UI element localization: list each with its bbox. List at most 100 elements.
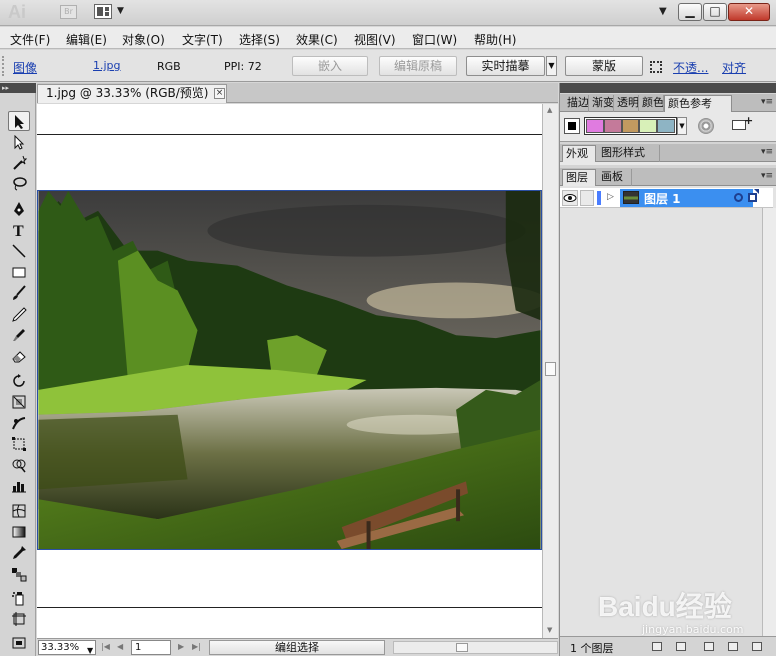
visibility-eye-icon[interactable] (562, 190, 578, 206)
line-segment-tool[interactable] (8, 241, 30, 261)
next-artboard-icon[interactable]: ▶ (178, 642, 184, 651)
type-tool[interactable]: T (8, 220, 30, 240)
tab-color[interactable]: 颜色 (639, 95, 664, 112)
zoom-dropdown-caret-icon[interactable]: ▼ (87, 644, 93, 656)
artboard-tool[interactable] (8, 609, 30, 629)
edit-original-button[interactable]: 编辑原稿 (379, 56, 457, 76)
warp-tool[interactable] (8, 413, 30, 433)
gradient-tool[interactable] (8, 522, 30, 542)
harmony-swatch-5[interactable] (657, 119, 675, 133)
expand-layer-icon[interactable]: ▷ (607, 192, 614, 202)
menu-view[interactable]: 视图(V) (354, 31, 396, 48)
pen-tool[interactable] (8, 199, 30, 219)
current-tool-status[interactable]: 编组选择 ▶ (209, 640, 552, 655)
edit-colors-icon[interactable] (698, 118, 714, 134)
menu-window[interactable]: 窗口(W) (412, 31, 457, 48)
bridge-icon[interactable]: Br (60, 5, 77, 19)
rectangle-tool[interactable] (8, 262, 30, 282)
live-trace-dropdown[interactable]: ▼ (546, 56, 557, 76)
menu-edit[interactable]: 编辑(E) (66, 31, 107, 48)
layers-scrollbar[interactable] (762, 208, 776, 636)
lock-toggle[interactable] (580, 190, 594, 206)
harmony-swatch-3[interactable] (621, 119, 640, 133)
first-artboard-icon[interactable]: |◀ (101, 642, 110, 651)
harmony-swatch-1[interactable] (586, 119, 604, 133)
vertical-scroll-thumb[interactable] (545, 362, 556, 376)
transform-icon[interactable] (650, 61, 662, 73)
scroll-up-icon[interactable]: ▲ (547, 106, 552, 114)
symbol-sprayer-tool[interactable] (8, 588, 30, 608)
canvas-horizontal-scrollbar[interactable] (393, 641, 558, 654)
menu-object[interactable]: 对象(O) (122, 31, 165, 48)
harmony-colors-strip[interactable] (584, 117, 677, 135)
appearance-panel-menu-icon[interactable]: ▾≡ (761, 147, 773, 157)
tab-appearance[interactable]: 外观 (562, 145, 596, 162)
opacity-link[interactable]: 不透... (673, 59, 708, 76)
previous-artboard-icon[interactable]: ◀ (117, 642, 123, 651)
harmony-swatch-4[interactable] (639, 119, 658, 133)
workspace-dropdown-caret-icon[interactable]: ▼ (659, 6, 667, 17)
tab-layers[interactable]: 图层 (562, 169, 596, 186)
layer-row[interactable]: ▷ 图层 1 (560, 188, 773, 208)
canvas-vertical-scrollbar[interactable]: ▲ ▼ (542, 104, 558, 638)
mesh-tool[interactable] (8, 501, 30, 521)
document-tab[interactable]: 1.jpg @ 33.33% (RGB/预览) × (37, 84, 227, 103)
layer-selection-square-icon[interactable] (748, 193, 757, 202)
color-guide-panel-menu-icon[interactable]: ▾≡ (761, 97, 773, 107)
live-trace-button[interactable]: 实时描摹 (466, 56, 545, 76)
control-bar-grip[interactable] (2, 56, 6, 76)
menu-file[interactable]: 文件(F) (10, 31, 50, 48)
horizontal-scroll-thumb[interactable] (456, 643, 468, 652)
panel-dock-collapse[interactable] (560, 83, 776, 93)
blend-tool[interactable] (8, 564, 30, 584)
close-button[interactable]: ✕ (728, 3, 770, 21)
selection-tool[interactable] (8, 111, 30, 131)
menu-type[interactable]: 文字(T) (182, 31, 223, 48)
pencil-tool[interactable] (8, 304, 30, 324)
arrange-dropdown-caret-icon[interactable]: ▼ (117, 6, 124, 16)
scale-tool[interactable] (8, 392, 30, 412)
minimize-button[interactable]: ▁ (678, 3, 702, 21)
zoom-level-field[interactable]: 33.33% ▼ (38, 640, 96, 655)
document-canvas[interactable] (37, 104, 542, 638)
scroll-down-icon[interactable]: ▼ (547, 626, 552, 634)
close-tab-icon[interactable]: × (214, 88, 225, 99)
layer-target-icon[interactable] (734, 193, 743, 202)
free-transform-tool[interactable] (8, 434, 30, 454)
tab-transparency[interactable]: 透明 (614, 95, 639, 112)
last-artboard-icon[interactable]: ▶| (192, 642, 201, 651)
linked-file-link[interactable]: 1.jpg (93, 59, 121, 72)
eyedropper-tool[interactable] (8, 543, 30, 563)
blob-brush-tool[interactable] (8, 325, 30, 345)
harmony-rules-dropdown[interactable]: ▼ (677, 117, 687, 135)
tab-stroke[interactable]: 描边 (564, 95, 589, 112)
artboard-number-field[interactable]: 1 ▼ (131, 640, 263, 655)
eraser-tool[interactable] (8, 346, 30, 366)
tab-color-guide[interactable]: 颜色参考 (664, 95, 732, 112)
layer-name[interactable]: 图层 1 (644, 190, 681, 207)
align-link[interactable]: 对齐 (722, 59, 746, 76)
paintbrush-tool[interactable] (8, 283, 30, 303)
tab-gradient[interactable]: 渐变 (589, 95, 614, 112)
base-color-swatch[interactable] (564, 118, 580, 134)
magic-wand-tool[interactable] (8, 153, 30, 173)
layers-panel-menu-icon[interactable]: ▾≡ (761, 171, 773, 181)
tools-panel-collapse[interactable]: ▸▸ (0, 83, 36, 93)
direct-selection-tool[interactable] (8, 133, 30, 153)
mask-button[interactable]: 蒙版 (565, 56, 643, 76)
embed-button[interactable]: 嵌入 (292, 56, 368, 76)
object-type-link[interactable]: 图像 (13, 59, 37, 76)
menu-effect[interactable]: 效果(C) (296, 31, 338, 48)
maximize-button[interactable]: □ (703, 3, 727, 21)
harmony-swatch-2[interactable] (603, 119, 622, 133)
tab-graphic-styles[interactable]: 图形样式 (598, 145, 660, 162)
tab-artboards[interactable]: 画板 (598, 169, 632, 186)
graph-tool[interactable] (8, 476, 30, 496)
slice-tool[interactable] (8, 633, 30, 653)
placed-image-lake-forest[interactable] (37, 190, 542, 550)
shape-builder-tool[interactable] (8, 455, 30, 475)
rotate-tool[interactable] (8, 371, 30, 391)
menu-help[interactable]: 帮助(H) (474, 31, 516, 48)
arrange-documents-icon[interactable] (94, 4, 112, 19)
lasso-tool[interactable] (8, 174, 30, 194)
